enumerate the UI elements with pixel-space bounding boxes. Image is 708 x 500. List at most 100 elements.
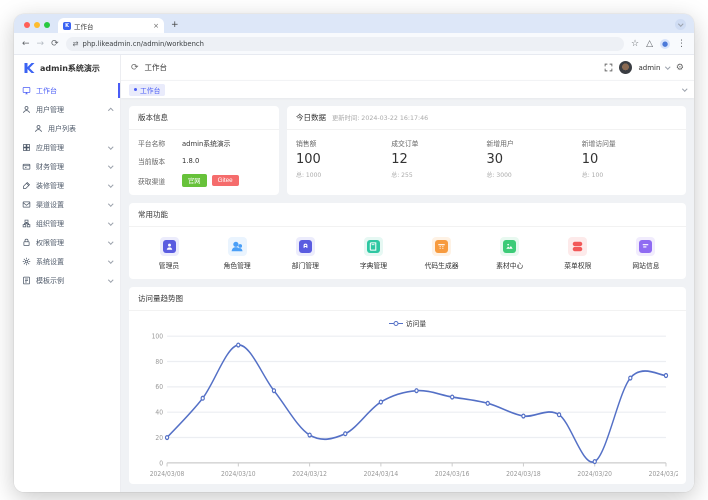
function-item-3[interactable]: 部门管理 xyxy=(279,237,331,270)
stat-value: 12 xyxy=(391,152,486,167)
chevron-up-icon xyxy=(108,108,113,113)
org-icon xyxy=(22,219,31,228)
function-item-2[interactable]: 角色管理 xyxy=(211,237,263,270)
app-grid-icon xyxy=(22,143,31,152)
settings-gear-icon[interactable]: ⚙ xyxy=(676,63,684,73)
updated-time: 更新时间: 2024-03-22 16:17:46 xyxy=(332,113,428,122)
tab-workbench[interactable]: 工作台 xyxy=(129,84,165,96)
channel-label: 获取渠道 xyxy=(138,176,182,186)
chevron-down-icon xyxy=(108,144,113,149)
function-label: 管理员 xyxy=(159,260,179,270)
function-label: 代码生成器 xyxy=(425,260,459,270)
svg-text:2024/03/20: 2024/03/20 xyxy=(577,470,612,479)
image-box-icon xyxy=(500,237,519,256)
code-box-icon xyxy=(432,237,451,256)
version-card-title: 版本信息 xyxy=(129,106,279,130)
today-data-card: 今日数据 更新时间: 2024-03-22 16:17:46 销售额100总: … xyxy=(287,106,686,195)
sidebar-item-5[interactable]: 财务管理 xyxy=(14,157,120,176)
sidebar-item-11[interactable]: 模板示例 xyxy=(14,271,120,290)
forward-button[interactable]: → xyxy=(37,39,45,49)
users-icon xyxy=(228,237,247,256)
zoom-window-button[interactable] xyxy=(44,22,50,28)
tab-title: 工作台 xyxy=(74,21,150,31)
channel-button-2[interactable]: Gitee xyxy=(212,175,239,186)
admin-app: admin系统演示 工作台用户管理用户列表应用管理财务管理装修管理渠道设置组织管… xyxy=(14,55,694,492)
stat-2: 成交订单12总: 255 xyxy=(391,138,486,179)
browser-window: K 工作台 × + ← → ⟳ ⇄ php.likeadmin.cn/admin… xyxy=(14,14,694,492)
mail-icon xyxy=(22,200,31,209)
refresh-icon[interactable]: ⟳ xyxy=(131,63,139,73)
browser-tab[interactable]: K 工作台 × xyxy=(58,18,164,33)
main-area: ⟳ 工作台 admin ⚙ 工作台 xyxy=(121,55,694,492)
app-logo-text: admin系统演示 xyxy=(40,63,100,74)
monitor-icon xyxy=(22,86,31,95)
fullscreen-icon[interactable] xyxy=(604,63,613,72)
app-logo[interactable]: admin系统演示 xyxy=(14,55,120,81)
sidebar-item-label: 渠道设置 xyxy=(36,200,104,210)
address-bar[interactable]: ⇄ php.likeadmin.cn/admin/workbench xyxy=(66,37,624,51)
sidebar-item-label: 应用管理 xyxy=(36,143,104,153)
channel-button-1[interactable]: 官网 xyxy=(182,174,207,187)
svg-text:100: 100 xyxy=(152,332,163,341)
chevron-down-icon xyxy=(678,21,683,26)
tab-close-icon[interactable]: × xyxy=(153,22,159,30)
visits-line-chart: 0204060801002024/03/082024/03/102024/03/… xyxy=(137,329,678,482)
website-icon xyxy=(636,237,655,256)
sidebar-menu: 工作台用户管理用户列表应用管理财务管理装修管理渠道设置组织管理权限管理系统设置模… xyxy=(14,81,120,492)
stat-label: 新增访问量 xyxy=(582,138,677,148)
chevron-down-icon xyxy=(108,182,113,187)
function-item-6[interactable]: 素材中心 xyxy=(484,237,536,270)
stat-total: 总: 1000 xyxy=(296,170,391,179)
user-avatar[interactable] xyxy=(619,61,632,74)
back-button[interactable]: ← xyxy=(22,39,30,49)
bookmark-star-icon[interactable]: ☆ xyxy=(631,39,639,49)
stat-value: 30 xyxy=(487,152,582,167)
tab-search-button[interactable] xyxy=(675,19,686,30)
sidebar-item-9[interactable]: 权限管理 xyxy=(14,233,120,252)
sidebar-item-2[interactable]: 用户管理 xyxy=(14,100,120,119)
sidebar: admin系统演示 工作台用户管理用户列表应用管理财务管理装修管理渠道设置组织管… xyxy=(14,55,121,492)
new-tab-button[interactable]: + xyxy=(171,20,179,30)
svg-text:80: 80 xyxy=(155,357,163,366)
version-row-label: 平台名称 xyxy=(138,138,182,148)
sidebar-item-10[interactable]: 系统设置 xyxy=(14,252,120,271)
legend-label: 访问量 xyxy=(406,318,426,328)
sidebar-item-label: 装修管理 xyxy=(36,181,104,191)
site-settings-icon[interactable]: ⇄ xyxy=(73,40,79,48)
browser-tabstrip: K 工作台 × + xyxy=(14,14,694,33)
chevron-down-icon xyxy=(108,239,113,244)
function-item-1[interactable]: 管理员 xyxy=(143,237,195,270)
minimize-window-button[interactable] xyxy=(34,22,40,28)
username[interactable]: admin xyxy=(638,64,660,72)
sidebar-item-label: 组织管理 xyxy=(36,219,104,229)
reload-button[interactable]: ⟳ xyxy=(51,39,59,49)
finance-icon xyxy=(22,162,31,171)
sidebar-item-1[interactable]: 工作台 xyxy=(14,81,120,100)
profile-avatar-icon[interactable]: ● xyxy=(660,39,670,49)
version-row-value: 1.8.0 xyxy=(182,157,199,165)
tabs-dropdown-icon[interactable] xyxy=(682,86,687,91)
function-item-8[interactable]: 网站信息 xyxy=(620,237,672,270)
function-label: 素材中心 xyxy=(496,260,523,270)
close-window-button[interactable] xyxy=(24,22,30,28)
svg-text:2024/03/16: 2024/03/16 xyxy=(435,470,470,479)
sidebar-item-4[interactable]: 应用管理 xyxy=(14,138,120,157)
url-text: php.likeadmin.cn/admin/workbench xyxy=(83,40,204,48)
browser-menu-icon[interactable]: ⋮ xyxy=(677,39,686,49)
function-item-5[interactable]: 代码生成器 xyxy=(416,237,468,270)
svg-text:40: 40 xyxy=(155,408,163,417)
function-item-7[interactable]: 菜单权限 xyxy=(552,237,604,270)
sidebar-item-7[interactable]: 渠道设置 xyxy=(14,195,120,214)
chevron-down-icon xyxy=(108,220,113,225)
sidebar-item-6[interactable]: 装修管理 xyxy=(14,176,120,195)
extensions-icon[interactable]: △ xyxy=(646,39,653,49)
sidebar-item-3[interactable]: 用户列表 xyxy=(14,119,120,138)
chart-card-title: 访问量趋势图 xyxy=(129,287,686,311)
function-label: 字典管理 xyxy=(360,260,387,270)
version-row-value: admin系统演示 xyxy=(182,138,230,148)
sidebar-item-label: 用户管理 xyxy=(36,105,104,115)
sidebar-item-8[interactable]: 组织管理 xyxy=(14,214,120,233)
sidebar-item-label: 权限管理 xyxy=(36,238,104,248)
function-item-4[interactable]: 字典管理 xyxy=(347,237,399,270)
chart-legend[interactable]: 访问量 xyxy=(137,315,678,329)
